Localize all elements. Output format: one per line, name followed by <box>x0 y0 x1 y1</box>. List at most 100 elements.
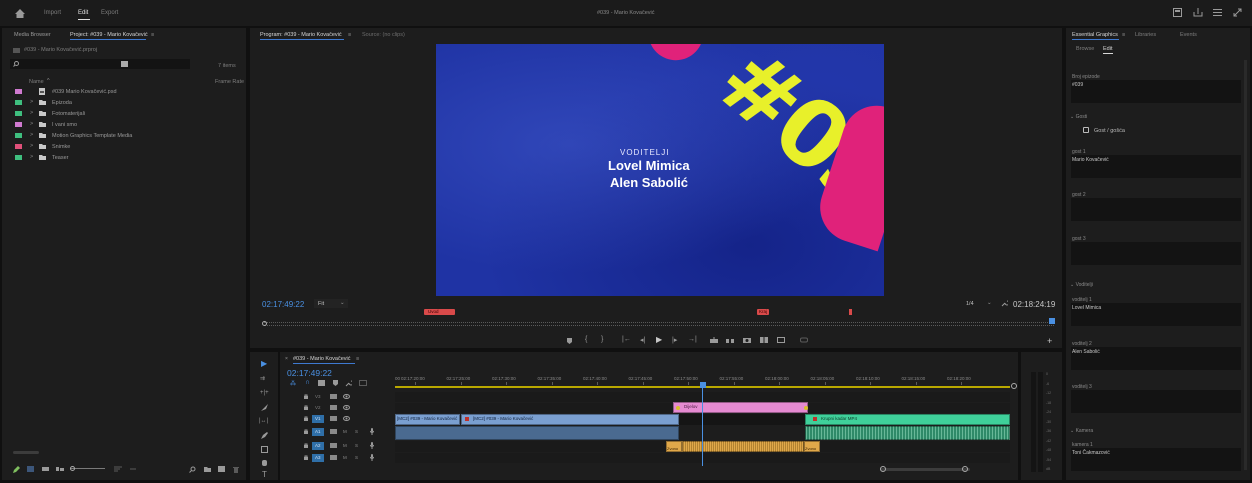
sync-lock-icon[interactable] <box>330 429 337 434</box>
scrub-playhead[interactable] <box>1049 318 1055 324</box>
mark-in-icon[interactable]: { <box>585 336 587 343</box>
timeline-zoom-scrollbar[interactable] <box>880 468 970 471</box>
label-color-swatch[interactable] <box>15 89 22 94</box>
edit-subtab[interactable]: Edit <box>1103 46 1112 52</box>
a2-clip-music[interactable] <box>682 441 804 452</box>
solo-track-button[interactable]: S <box>355 443 358 448</box>
playhead-timecode[interactable]: 02:17:49:22 <box>262 300 304 309</box>
gosti-section-header[interactable]: ⌄ Gosti <box>1070 114 1087 120</box>
voditelj3-field[interactable] <box>1071 390 1241 413</box>
voice-over-mic-icon[interactable] <box>370 428 374 435</box>
zoom-slider-handle[interactable] <box>70 466 75 471</box>
program-video-frame[interactable]: #03 VODITELJI Lovel Mimica Alen Sabolić <box>436 44 884 296</box>
go-to-in-icon[interactable]: |← <box>622 336 631 343</box>
toggle-track-output-icon[interactable] <box>343 405 350 410</box>
browse-subtab[interactable]: Browse <box>1076 46 1094 52</box>
mute-track-button[interactable]: M <box>343 429 347 434</box>
source-tab[interactable]: Source: (no clips) <box>362 32 405 38</box>
zoom-slider[interactable] <box>70 468 105 469</box>
insert-nest-icon[interactable]: ⁂ <box>290 380 296 387</box>
comparison-view-icon[interactable] <box>760 337 768 343</box>
sync-lock-icon[interactable] <box>330 405 337 410</box>
project-item-name[interactable]: Snimke <box>52 144 70 150</box>
expand-chevron-icon[interactable]: > <box>30 121 33 127</box>
sort-icon[interactable] <box>114 466 122 472</box>
label-color-swatch[interactable] <box>15 122 22 127</box>
sync-lock-icon[interactable] <box>330 443 337 448</box>
resolution-dropdown-value[interactable]: 1/4 <box>966 301 974 307</box>
events-tab[interactable]: Events <box>1180 32 1197 38</box>
menu-lines-icon[interactable] <box>1213 8 1222 17</box>
timeline-zoom-handle-right[interactable] <box>962 466 968 472</box>
gost3-field[interactable] <box>1071 242 1241 265</box>
timeline-timecode[interactable]: 02:17:49:22 <box>287 368 332 378</box>
media-browser-tab[interactable]: Media Browser <box>14 32 51 38</box>
expand-chevron-icon[interactable]: > <box>30 154 33 160</box>
essential-scrollbar[interactable] <box>1244 60 1247 470</box>
essential-graphics-menu-icon[interactable]: ≡ <box>1122 32 1125 38</box>
sync-lock-icon[interactable] <box>330 394 337 399</box>
find-icon[interactable] <box>189 466 196 473</box>
project-tab-menu-icon[interactable]: ≡ <box>151 32 154 38</box>
project-item-name[interactable]: I vani smo <box>52 122 77 128</box>
rectangle-tool-icon[interactable] <box>261 446 268 453</box>
track-lock-icon[interactable] <box>304 416 308 421</box>
solo-track-button[interactable]: S <box>355 455 358 460</box>
column-name-header[interactable]: Name <box>29 79 44 85</box>
voditelji-section-header[interactable]: ⌄ Voditelji <box>1070 282 1093 288</box>
expand-icon[interactable] <box>1233 8 1242 17</box>
label-color-swatch[interactable] <box>15 111 22 116</box>
project-search-field[interactable] <box>10 59 190 69</box>
razor-tool-icon[interactable] <box>261 404 268 411</box>
mute-track-button[interactable]: M <box>343 443 347 448</box>
program-tab-menu-icon[interactable]: ≡ <box>348 32 351 38</box>
home-icon[interactable] <box>15 9 25 18</box>
kamera-section-header[interactable]: ⌄ Kamera <box>1070 428 1093 434</box>
expand-chevron-icon[interactable]: > <box>30 110 33 116</box>
track-lock-icon[interactable] <box>304 394 308 399</box>
slip-tool-icon[interactable]: |↔| <box>259 418 268 424</box>
new-bin-icon[interactable] <box>204 466 211 472</box>
scrub-bar[interactable] <box>264 322 1054 326</box>
new-bin-filter-icon[interactable] <box>121 61 128 67</box>
essential-graphics-tab[interactable]: Essential Graphics <box>1072 32 1118 38</box>
mark-out-icon[interactable]: } <box>601 336 603 343</box>
gost-checkbox[interactable] <box>1083 127 1089 133</box>
trash-icon[interactable] <box>233 466 239 473</box>
gost2-field[interactable] <box>1071 198 1241 221</box>
pen-tool-icon[interactable] <box>261 432 268 439</box>
share-icon[interactable] <box>1193 8 1203 17</box>
safe-margins-icon[interactable] <box>777 337 785 343</box>
broj-epizode-field[interactable] <box>1071 80 1241 103</box>
type-tool-icon[interactable]: T <box>262 470 267 479</box>
lift-icon[interactable] <box>710 337 718 343</box>
timeline-zoom-handle-left[interactable] <box>880 466 886 472</box>
resolution-chevron-icon[interactable]: ⌄ <box>987 300 992 306</box>
expand-chevron-icon[interactable]: > <box>30 143 33 149</box>
track-lock-icon[interactable] <box>304 429 308 434</box>
automate-icon[interactable] <box>130 466 136 472</box>
voice-over-mic-icon[interactable] <box>370 442 374 449</box>
sort-ascending-icon[interactable]: ^ <box>47 78 50 84</box>
button-editor-icon[interactable]: + <box>1047 336 1052 346</box>
list-view-icon[interactable] <box>27 466 34 472</box>
label-color-swatch[interactable] <box>15 155 22 160</box>
step-forward-icon[interactable]: |▸ <box>672 336 677 344</box>
new-item-icon[interactable] <box>218 466 225 472</box>
program-tab[interactable]: Program: #039 - Mario Kovačević <box>260 32 342 38</box>
mute-track-button[interactable]: M <box>343 455 347 460</box>
solo-track-button[interactable]: S <box>355 429 358 434</box>
marker-point[interactable] <box>849 309 852 315</box>
project-tab[interactable]: Project: #039 - Mario Kovačević <box>70 32 148 38</box>
track-select-tool-icon[interactable]: ⇉ <box>260 375 265 382</box>
a1-clip-audio-b[interactable] <box>805 426 1010 440</box>
hand-tool-icon[interactable] <box>261 458 268 466</box>
project-item-name[interactable]: Fotomaterijali <box>52 111 85 117</box>
timeline-close-icon[interactable]: × <box>285 356 288 362</box>
export-frame-icon[interactable] <box>743 337 751 343</box>
label-color-swatch[interactable] <box>15 133 22 138</box>
label-color-swatch[interactable] <box>15 144 22 149</box>
timeline-tab-menu-icon[interactable]: ≡ <box>356 356 359 362</box>
expand-chevron-icon[interactable]: > <box>30 99 33 105</box>
extract-icon[interactable] <box>726 337 734 343</box>
